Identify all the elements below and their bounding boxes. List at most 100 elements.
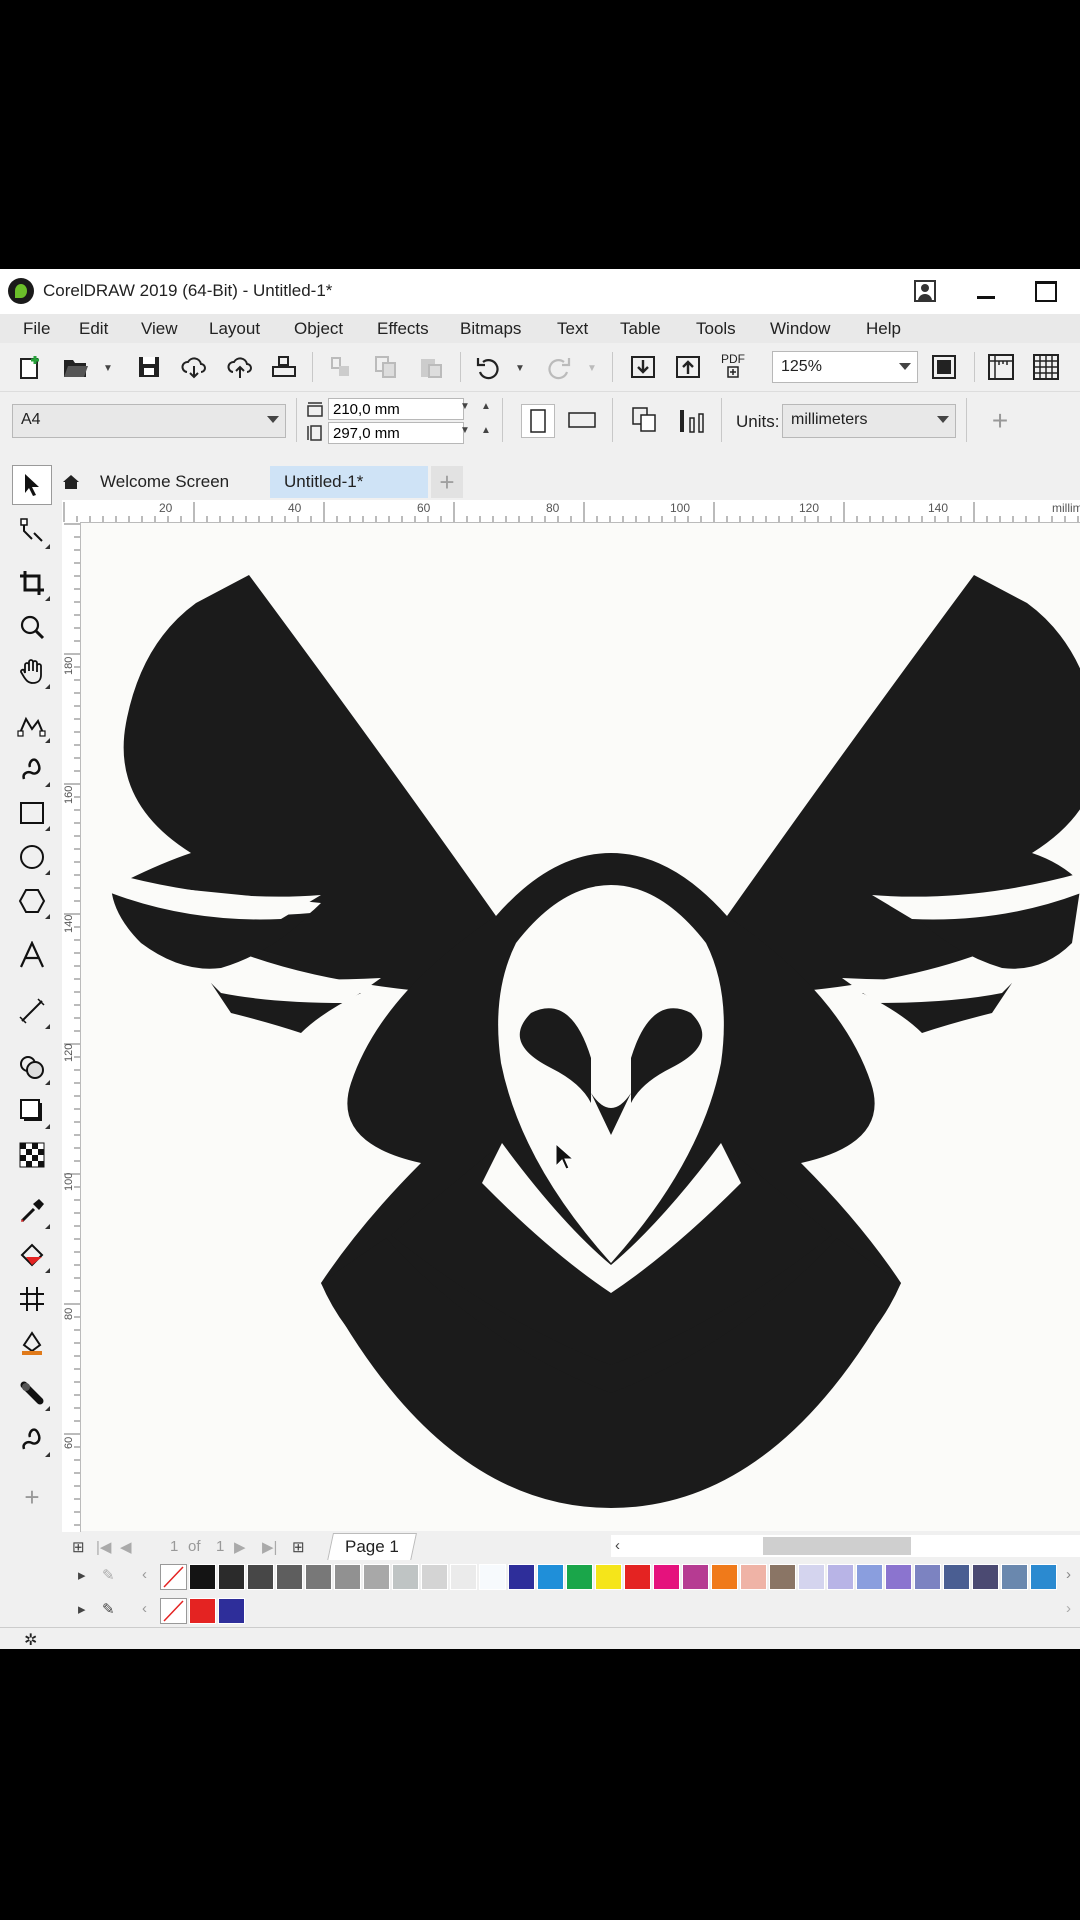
paste-icon[interactable] (415, 351, 447, 383)
menu-help[interactable]: Help (866, 319, 901, 339)
color-swatch[interactable] (769, 1564, 796, 1590)
new-document-icon[interactable] (14, 351, 46, 383)
color-swatch[interactable] (392, 1564, 419, 1590)
menu-table[interactable]: Table (620, 319, 661, 339)
previous-page-icon[interactable]: ◀ (120, 1538, 132, 1556)
page-1-tab[interactable]: Page 1 (327, 1533, 417, 1561)
color-swatch[interactable] (943, 1564, 970, 1590)
units-select[interactable]: millimeters (782, 404, 956, 438)
page-width-input[interactable]: 210,0 mm (328, 398, 464, 420)
publish-pdf-icon[interactable]: PDF (717, 349, 749, 381)
color-swatch[interactable] (218, 1564, 245, 1590)
drop-shadow-tool-icon[interactable] (12, 1091, 52, 1131)
insert-page-after-icon[interactable]: ⊞ (292, 1538, 305, 1556)
page-size-select[interactable]: A4 (12, 404, 286, 438)
export-icon[interactable] (672, 351, 704, 383)
color-swatch[interactable] (711, 1564, 738, 1590)
zoom-tool-icon[interactable] (12, 607, 52, 647)
cloud-upload-icon[interactable] (224, 351, 256, 383)
first-page-icon[interactable]: |◀ (96, 1538, 111, 1556)
redo-icon[interactable] (543, 351, 575, 383)
rulers-toggle-icon[interactable] (985, 351, 1017, 383)
insert-page-before-icon[interactable]: ⊞ (72, 1538, 85, 1556)
color-swatch[interactable] (798, 1564, 825, 1590)
document-palette-scroll-left-icon[interactable]: ‹ (142, 1600, 147, 1617)
color-swatch[interactable] (1030, 1564, 1057, 1590)
print-icon[interactable] (268, 351, 300, 383)
document-no-color-swatch[interactable] (160, 1598, 187, 1624)
palette-scroll-right-icon[interactable]: › (1066, 1566, 1071, 1583)
color-swatch[interactable] (189, 1598, 216, 1624)
color-swatch[interactable] (537, 1564, 564, 1590)
color-swatch[interactable] (885, 1564, 912, 1590)
import-icon[interactable] (627, 351, 659, 383)
landscape-orientation-icon[interactable] (566, 404, 598, 436)
height-spin-up-icon[interactable]: ▲ (481, 425, 491, 436)
cloud-download-icon[interactable] (178, 351, 210, 383)
last-page-icon[interactable]: ▶| (262, 1538, 277, 1556)
artistic-media-tool-icon[interactable] (12, 749, 52, 789)
scroll-left-icon[interactable]: ‹ (615, 1537, 620, 1554)
full-screen-preview-icon[interactable] (928, 351, 960, 383)
menu-text[interactable]: Text (557, 319, 588, 339)
pick-tool-icon[interactable] (12, 465, 52, 505)
menu-file[interactable]: File (23, 319, 50, 339)
maximize-button[interactable] (1028, 275, 1064, 307)
undo-icon[interactable] (472, 351, 504, 383)
color-swatch[interactable] (624, 1564, 651, 1590)
color-swatch[interactable] (566, 1564, 593, 1590)
menu-object[interactable]: Object (294, 319, 343, 339)
menu-window[interactable]: Window (770, 319, 830, 339)
transparency-tool-icon[interactable] (12, 1135, 52, 1175)
parallel-dimension-tool-icon[interactable] (12, 991, 52, 1031)
color-swatch[interactable] (479, 1564, 506, 1590)
color-swatch[interactable] (682, 1564, 709, 1590)
page-height-input[interactable]: 297,0 mm (328, 422, 464, 444)
scrollbar-thumb[interactable] (763, 1537, 911, 1555)
polygon-tool-icon[interactable] (12, 881, 52, 921)
color-swatch[interactable] (740, 1564, 767, 1590)
interactive-fill-tool-icon[interactable] (12, 1235, 52, 1275)
add-property-icon[interactable]: + (984, 405, 1016, 437)
color-swatch[interactable] (1001, 1564, 1028, 1590)
grid-toggle-icon[interactable] (1030, 351, 1062, 383)
horizontal-ruler[interactable]: 20 40 60 80 100 120 140 millim (62, 500, 1080, 523)
color-swatch[interactable] (189, 1564, 216, 1590)
account-icon[interactable] (907, 275, 943, 307)
cut-icon[interactable] (325, 351, 357, 383)
color-swatch[interactable] (827, 1564, 854, 1590)
document-palette-scroll-right-icon[interactable]: › (1066, 1600, 1071, 1617)
color-swatch[interactable] (218, 1598, 245, 1624)
smear-tool-icon[interactable] (12, 1373, 52, 1413)
add-document-tab-button[interactable]: + (431, 466, 463, 498)
shape-tool-icon[interactable] (12, 511, 52, 551)
color-swatch[interactable] (450, 1564, 477, 1590)
contour-tool-icon[interactable] (12, 1419, 52, 1459)
color-swatch[interactable] (856, 1564, 883, 1590)
owl-logo-artwork[interactable] (81, 523, 1080, 1531)
color-swatch[interactable] (247, 1564, 274, 1590)
color-swatch[interactable] (653, 1564, 680, 1590)
interactive-effects-tool-icon[interactable] (12, 1047, 52, 1087)
redo-dropdown-icon[interactable]: ▼ (587, 363, 597, 374)
color-swatch[interactable] (305, 1564, 332, 1590)
mesh-fill-tool-icon[interactable] (12, 1279, 52, 1319)
menu-tools[interactable]: Tools (696, 319, 736, 339)
copy-icon[interactable] (370, 351, 402, 383)
color-swatch[interactable] (914, 1564, 941, 1590)
add-tool-icon[interactable]: + (12, 1477, 52, 1517)
rectangle-tool-icon[interactable] (12, 793, 52, 833)
width-spin-down-icon[interactable]: ▼ (460, 401, 470, 412)
document-palette-eyedropper-icon[interactable]: ✎ (102, 1600, 115, 1618)
ellipse-tool-icon[interactable] (12, 837, 52, 877)
next-page-icon[interactable]: ▶ (234, 1538, 246, 1556)
menu-effects[interactable]: Effects (377, 319, 429, 339)
menu-view[interactable]: View (141, 319, 178, 339)
palette-eyedropper-icon[interactable]: ✎ (102, 1566, 115, 1584)
gear-icon[interactable]: ✲ (24, 1630, 37, 1649)
color-swatch[interactable] (276, 1564, 303, 1590)
zoom-level-select[interactable]: 125% (772, 351, 918, 383)
color-swatch[interactable] (363, 1564, 390, 1590)
eyedropper-tool-icon[interactable] (12, 1191, 52, 1231)
drawing-canvas[interactable] (81, 523, 1080, 1531)
